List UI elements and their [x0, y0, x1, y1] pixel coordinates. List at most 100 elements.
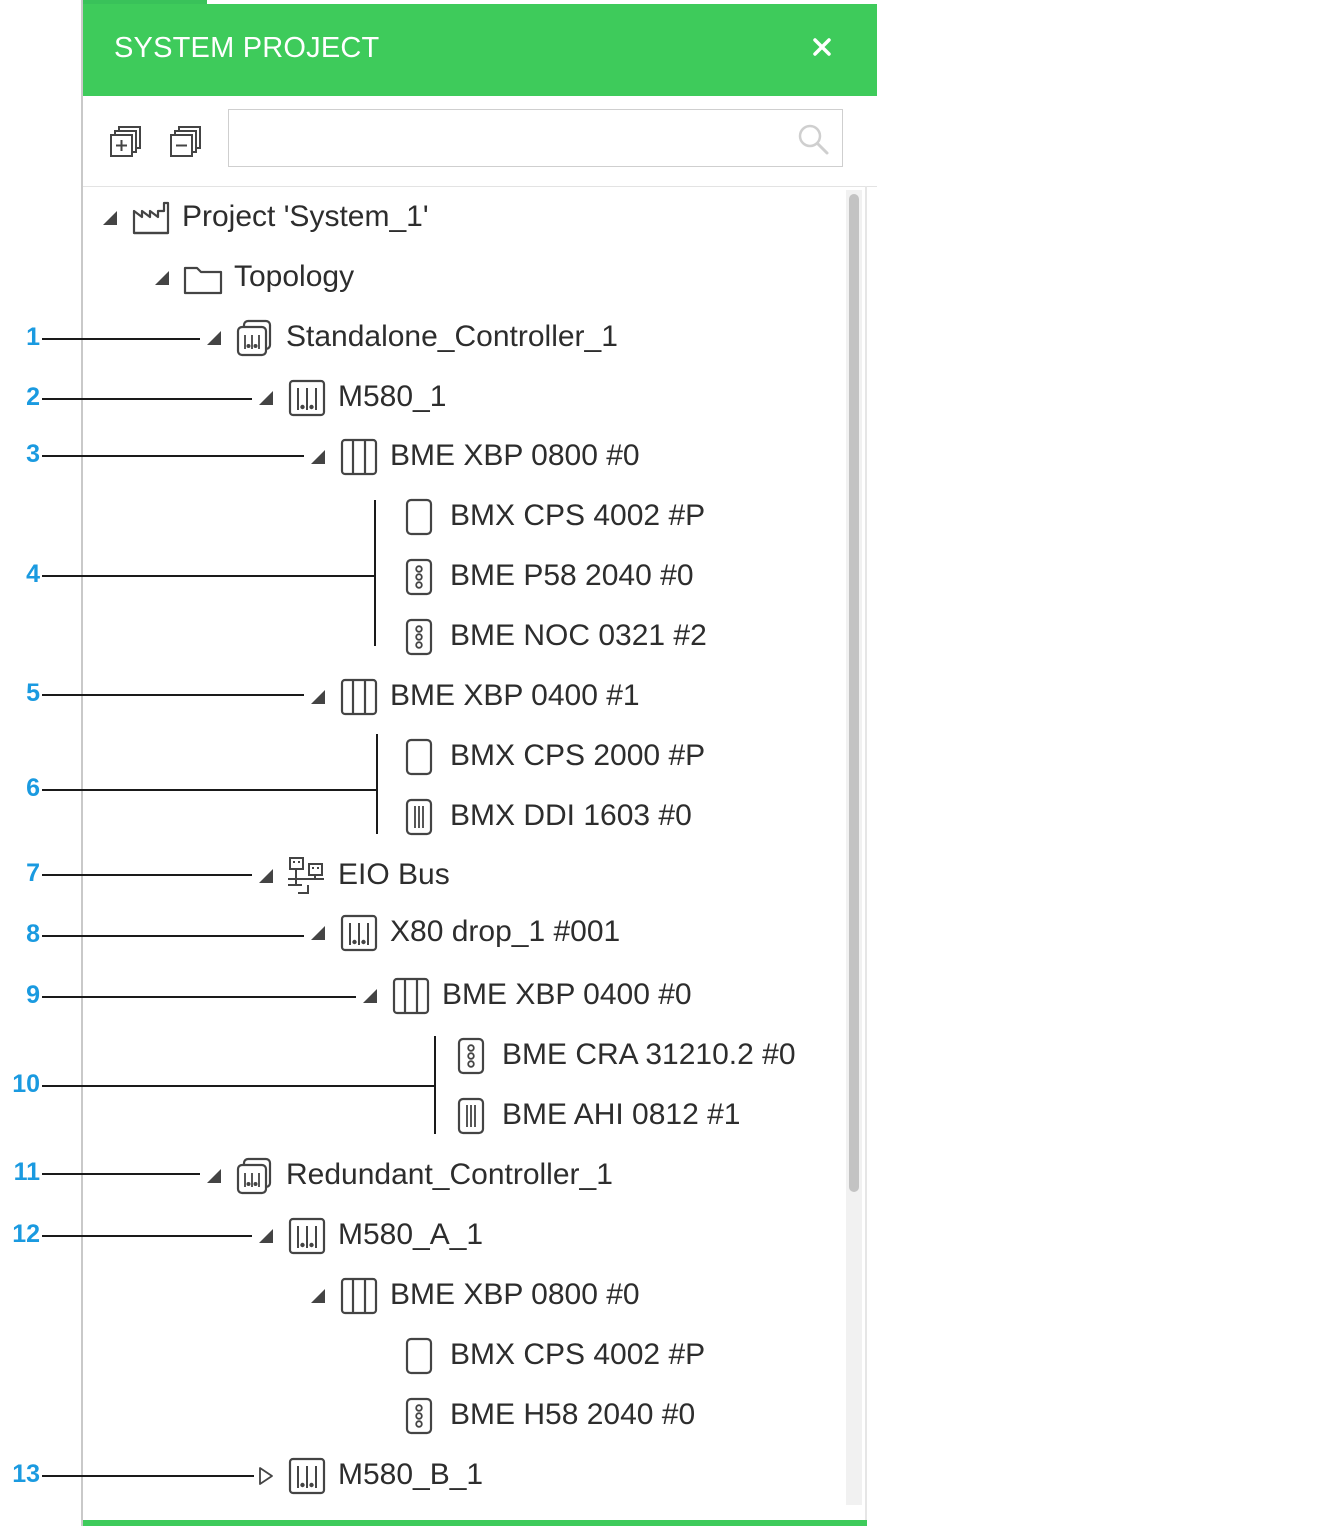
station-icon	[288, 1217, 326, 1255]
tree-node[interactable]: BME CRA 31210.2 #0	[450, 1028, 796, 1084]
cpu-module-icon	[457, 1037, 485, 1075]
callout-number: 5	[26, 679, 40, 707]
callout-leader-line	[42, 789, 376, 791]
tree-node[interactable]: EIO Bus	[256, 848, 760, 904]
cpu-module-icon	[405, 558, 433, 596]
tree-node[interactable]: BMX CPS 4002 #P	[398, 489, 760, 545]
callout-leader-line	[42, 1085, 434, 1087]
callout-number: 6	[26, 774, 40, 802]
tree-node[interactable]: BME XBP 0400 #1	[308, 669, 760, 725]
callout-bracket	[376, 734, 378, 834]
power-module-icon	[405, 1337, 433, 1375]
tree-expander-expanded-icon[interactable]	[308, 447, 328, 467]
tree-node-label: BME XBP 0400 #0	[442, 978, 692, 1011]
controller-icon	[236, 1157, 272, 1195]
tree-node-label: BME NOC 0321 #2	[450, 619, 707, 652]
station-icon	[288, 379, 326, 417]
tree-expander-expanded-icon[interactable]	[256, 388, 276, 408]
tree-node[interactable]: BME H58 2040 #0	[398, 1388, 760, 1444]
tree-node[interactable]: Topology	[152, 250, 760, 306]
close-icon[interactable]	[807, 32, 837, 62]
expand-all-icon[interactable]	[108, 124, 144, 160]
tree-node-label: BMX CPS 4002 #P	[450, 499, 706, 532]
callout-leader-line	[42, 1475, 254, 1477]
tree-node[interactable]: X80 drop_1 #001	[308, 905, 760, 961]
tree-expander-expanded-icon[interactable]	[152, 268, 172, 288]
tree-expander-expanded-icon[interactable]	[204, 1166, 224, 1186]
factory-icon	[132, 201, 170, 235]
vertical-scrollbar[interactable]	[846, 190, 862, 1505]
cpu-module-icon	[405, 618, 433, 656]
tree-expander-expanded-icon[interactable]	[100, 208, 120, 228]
tree-node[interactable]: BME AHI 0812 #1	[450, 1088, 760, 1144]
callout-leader-line	[42, 694, 304, 696]
tree-node[interactable]: Project 'System_1'	[100, 190, 760, 246]
collapse-all-icon[interactable]	[168, 124, 204, 160]
search-icon[interactable]	[796, 122, 830, 156]
tree-expander-expanded-icon[interactable]	[256, 866, 276, 886]
tree-expander-expanded-icon[interactable]	[204, 328, 224, 348]
station-icon	[288, 1457, 326, 1495]
tree-node[interactable]: BME XBP 0800 #0	[308, 1268, 760, 1324]
search-box	[228, 109, 843, 167]
tree-node-label: BMX DDI 1603 #0	[450, 799, 692, 832]
tree-node[interactable]: BMX DDI 1603 #0	[398, 789, 760, 845]
tree-border	[865, 186, 867, 1520]
tree-node[interactable]: BME P58 2040 #0	[398, 549, 760, 605]
callout-number: 1	[26, 323, 40, 351]
tree-node-label: BME H58 2040 #0	[450, 1398, 696, 1431]
tree-expander-expanded-icon[interactable]	[308, 1286, 328, 1306]
power-module-icon	[405, 498, 433, 536]
rack-icon	[340, 438, 378, 476]
callout-bracket	[434, 1036, 436, 1134]
tree-node[interactable]: Standalone_Controller_1	[204, 310, 760, 366]
tree-node-label: Redundant_Controller_1	[286, 1158, 613, 1191]
search-input[interactable]	[237, 118, 781, 160]
io-module-icon	[457, 1097, 485, 1135]
callout-leader-line	[42, 338, 200, 340]
tree-expander-expanded-icon[interactable]	[308, 923, 328, 943]
panel-toolbar	[83, 96, 877, 187]
callout-leader-line	[42, 996, 356, 998]
tree-node-label: Standalone_Controller_1	[286, 320, 618, 353]
tree-expander-expanded-icon[interactable]	[256, 1226, 276, 1246]
rack-icon	[392, 977, 430, 1015]
station-icon	[340, 914, 378, 952]
callout-number: 3	[26, 440, 40, 468]
tree-node[interactable]: BMX CPS 4002 #P	[398, 1328, 760, 1384]
tree-node[interactable]: M580_1	[256, 370, 760, 426]
tree-node-label: M580_A_1	[338, 1218, 484, 1251]
tree-node[interactable]: BMX CPS 2000 #P	[398, 729, 760, 785]
scrollbar-thumb[interactable]	[849, 194, 859, 1192]
controller-icon	[236, 319, 272, 357]
callout-bracket	[374, 500, 376, 646]
tree-expander-expanded-icon[interactable]	[308, 687, 328, 707]
tree-expander-expanded-icon[interactable]	[360, 986, 380, 1006]
tree-node[interactable]: BME NOC 0321 #2	[398, 609, 760, 665]
tree-node-label: EIO Bus	[338, 858, 450, 891]
tree-node[interactable]: M580_A_1	[256, 1208, 760, 1264]
tree-node-label: BMX CPS 2000 #P	[450, 739, 706, 772]
callout-leader-line	[42, 398, 252, 400]
io-module-icon	[405, 798, 433, 836]
tree-node[interactable]: BME XBP 0800 #0	[308, 429, 760, 485]
tree-node-label: BME AHI 0812 #1	[502, 1098, 741, 1131]
power-module-icon	[405, 738, 433, 776]
tree-node[interactable]: M580_B_1	[256, 1448, 760, 1504]
callout-leader-line	[42, 935, 304, 937]
tree-node-label: BMX CPS 4002 #P	[450, 1338, 706, 1371]
tree-node-label: Project 'System_1'	[182, 200, 429, 233]
tree-node[interactable]: BME XBP 0400 #0	[360, 968, 760, 1024]
tree-node[interactable]: Redundant_Controller_1	[204, 1148, 760, 1204]
callout-number: 13	[12, 1460, 40, 1488]
panel-bottom-border	[83, 1520, 867, 1526]
callout-number: 10	[12, 1070, 40, 1098]
callout-leader-line	[42, 1173, 200, 1175]
callout-leader-line	[42, 874, 252, 876]
tree-node-label: BME CRA 31210.2 #0	[502, 1038, 796, 1071]
panel-header: SYSTEM PROJECT	[83, 4, 877, 96]
tree-expander-collapsed-icon[interactable]	[256, 1466, 276, 1486]
tree-node-label: BME XBP 0400 #1	[390, 679, 640, 712]
callout-number: 8	[26, 920, 40, 948]
folder-icon	[183, 266, 223, 295]
